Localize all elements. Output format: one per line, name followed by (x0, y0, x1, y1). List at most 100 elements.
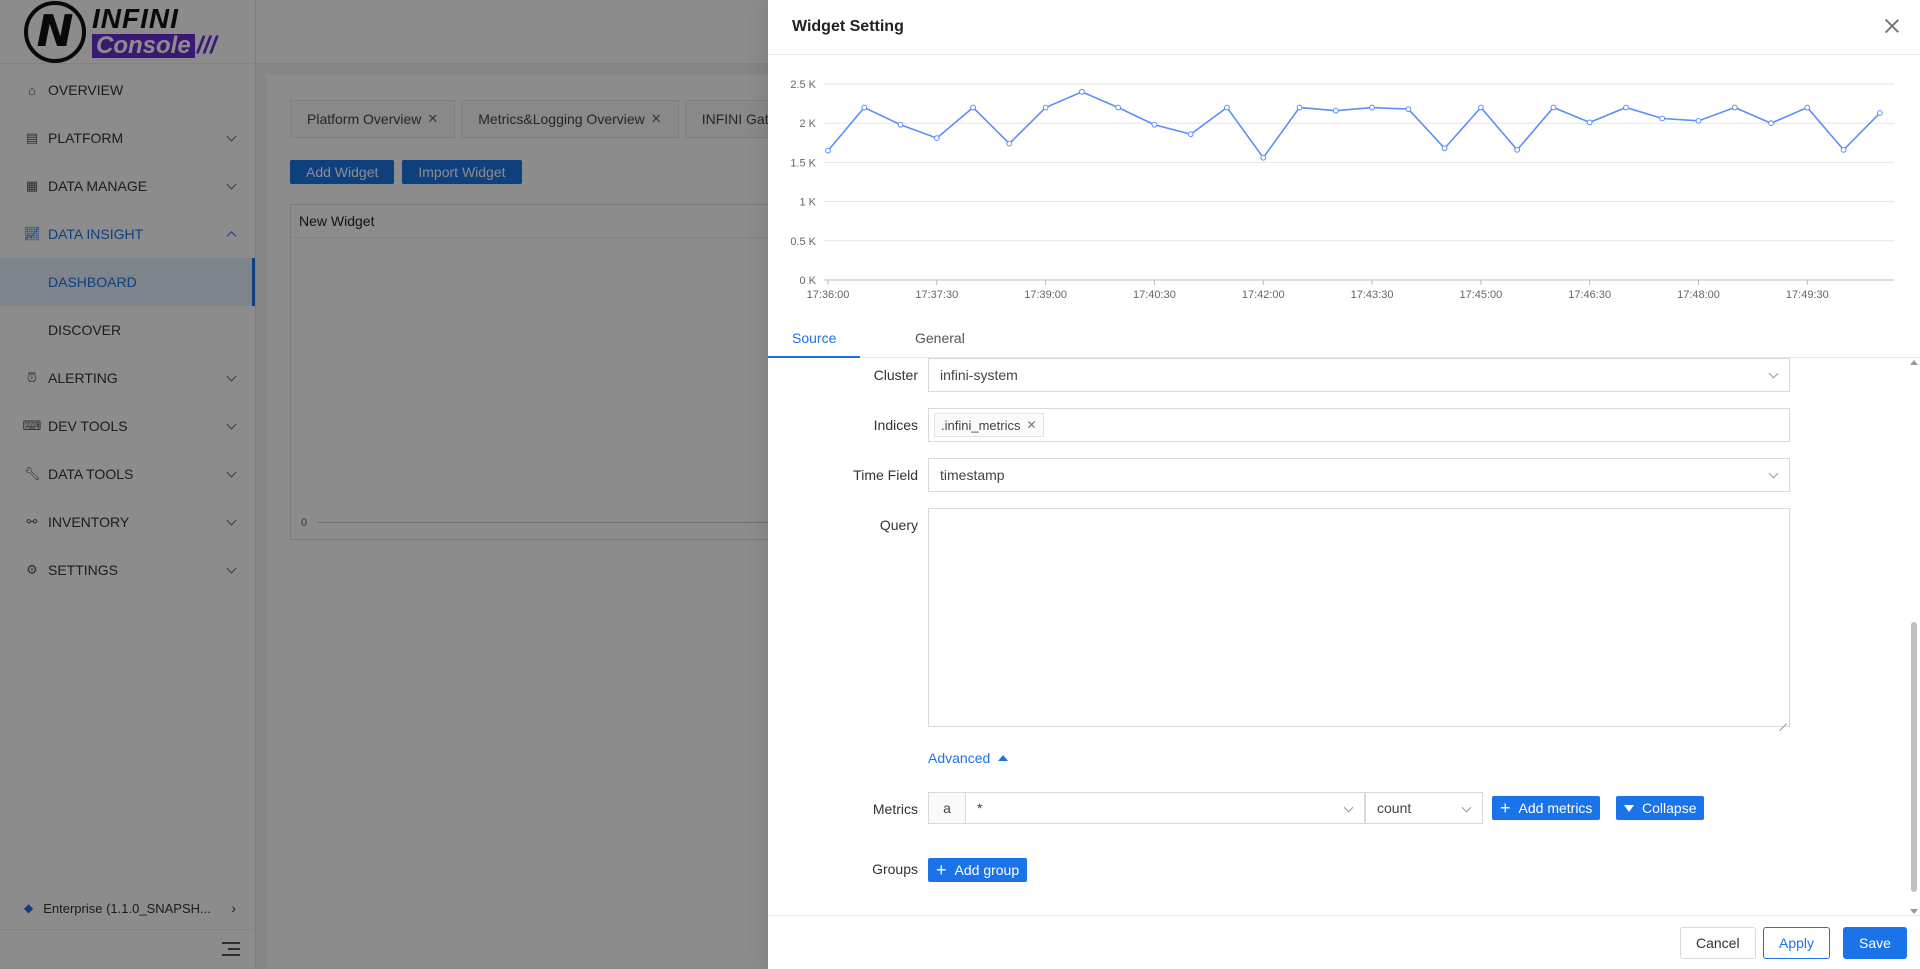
widget-setting-drawer: Widget Setting 0 K 0.5 K 1 K 1.5 K 2 K 2.5 K 1… (768, 0, 1920, 969)
data-point (933, 135, 940, 141)
x-tick-label: 17:40:30 (1133, 289, 1176, 301)
cluster-label: Cluster (873, 367, 918, 383)
indices-select[interactable]: .infini_metrics ✕ (928, 408, 1790, 442)
chevron-down-icon (1343, 802, 1354, 813)
plus-icon: + (936, 860, 947, 880)
data-point (1876, 110, 1883, 116)
save-button[interactable]: Save (1843, 927, 1907, 959)
add-group-button[interactable]: + Add group (928, 858, 1028, 882)
y-tick-label: 2 K (799, 118, 816, 130)
timefield-label: Time Field (853, 467, 918, 483)
x-tick-label: 17:37:30 (915, 289, 958, 301)
metrics-agg-select[interactable]: count (1365, 792, 1483, 824)
data-point (1840, 146, 1847, 153)
apply-button[interactable]: Apply (1763, 927, 1831, 959)
y-tick-label: 1.5 K (790, 157, 816, 169)
data-point (1514, 146, 1521, 153)
y-tick-label: 0.5 K (790, 236, 816, 248)
cluster-select[interactable]: infini-system (928, 358, 1790, 392)
indices-label: Indices (873, 417, 918, 433)
x-tick-label: 17:43:30 (1351, 289, 1394, 301)
y-tick-label: 0 K (799, 275, 816, 287)
data-point (1768, 120, 1774, 127)
metrics-label: Metrics (872, 801, 918, 817)
data-point (1441, 145, 1448, 152)
metrics-field-select[interactable]: * (965, 792, 1365, 824)
preview-chart: 0 K 0.5 K 1 K 1.5 K 2 K 2.5 K 17:36:00 17:37:30… (768, 56, 1920, 306)
caret-up-icon (998, 755, 1009, 761)
drawer-tabs: Source General (768, 318, 1920, 358)
data-point (1477, 104, 1484, 111)
scroll-up-icon[interactable] (1910, 360, 1918, 365)
data-point (970, 104, 976, 111)
add-group-label: Add group (954, 862, 1020, 878)
tab-source[interactable]: Source (792, 318, 836, 358)
add-metrics-button[interactable]: + Add metrics (1492, 796, 1601, 820)
data-point (1369, 104, 1375, 111)
chevron-down-icon (1768, 368, 1779, 379)
cancel-button[interactable]: Cancel (1680, 927, 1756, 959)
data-point (1695, 117, 1702, 124)
advanced-label: Advanced (928, 750, 991, 766)
drawer-title: Widget Setting (792, 18, 904, 35)
data-point (1586, 119, 1593, 126)
data-point (1187, 131, 1194, 138)
tab-general[interactable]: General (915, 318, 965, 358)
plus-icon: + (1500, 798, 1511, 818)
data-point (1659, 115, 1666, 122)
query-label: Query (879, 517, 918, 533)
groups-label: Groups (872, 861, 918, 877)
scroll-thumb[interactable] (1911, 622, 1917, 892)
x-tick-label: 17:49:30 (1786, 289, 1829, 301)
data-point (1731, 104, 1738, 111)
drawer-header: Widget Setting (768, 0, 1920, 55)
data-point (1224, 104, 1230, 111)
chevron-down-icon (1768, 468, 1779, 479)
timefield-value: timestamp (940, 467, 1005, 483)
index-tag-label: .infini_metrics (941, 417, 1021, 433)
data-point (1623, 104, 1629, 111)
collapse-button[interactable]: Collapse (1616, 796, 1705, 820)
source-form: Cluster infini-system Indices .infini_me… (768, 358, 1920, 914)
x-tick-label: 17:39:00 (1024, 289, 1067, 301)
close-icon[interactable]: ✕ (1026, 418, 1036, 432)
resize-grip-icon[interactable] (1777, 714, 1787, 724)
data-point (1115, 104, 1122, 111)
data-point (1151, 121, 1158, 128)
data-point (861, 104, 868, 111)
close-icon[interactable] (1882, 16, 1902, 36)
metrics-prefix: a (928, 792, 966, 824)
form-scrollbar[interactable] (1910, 360, 1918, 914)
x-tick-label: 17:45:00 (1459, 289, 1502, 301)
x-tick-label: 17:42:00 (1242, 289, 1285, 301)
index-tag: .infini_metrics ✕ (934, 413, 1044, 437)
add-metrics-label: Add metrics (1518, 800, 1593, 816)
data-point (1260, 154, 1267, 161)
data-point (1078, 88, 1085, 95)
data-point (1042, 104, 1049, 111)
timefield-select[interactable]: timestamp (928, 458, 1790, 492)
data-point (1804, 104, 1811, 111)
query-textarea[interactable] (928, 508, 1790, 727)
y-tick-label: 1 K (799, 197, 816, 209)
drawer-footer: Cancel Apply Save (768, 915, 1920, 969)
x-tick-label: 17:48:00 (1677, 289, 1720, 301)
data-point (897, 121, 904, 128)
advanced-toggle[interactable]: Advanced (928, 750, 1009, 766)
data-point (1405, 106, 1412, 112)
data-point (825, 147, 831, 154)
cluster-value: infini-system (940, 367, 1018, 383)
metrics-field-value: * (977, 800, 983, 816)
x-tick-label: 17:36:00 (807, 289, 850, 301)
series-line (827, 90, 1881, 160)
chevron-down-icon (1461, 802, 1472, 813)
scroll-down-icon[interactable] (1910, 909, 1918, 914)
collapse-label: Collapse (1642, 800, 1697, 816)
caret-down-icon (1624, 804, 1634, 812)
data-point (1332, 107, 1339, 114)
y-tick-label: 2.5 K (790, 79, 816, 91)
x-tick-label: 17:46:30 (1568, 289, 1611, 301)
metrics-agg-value: count (1377, 800, 1412, 816)
data-point (1550, 104, 1557, 111)
data-point (1296, 104, 1303, 111)
